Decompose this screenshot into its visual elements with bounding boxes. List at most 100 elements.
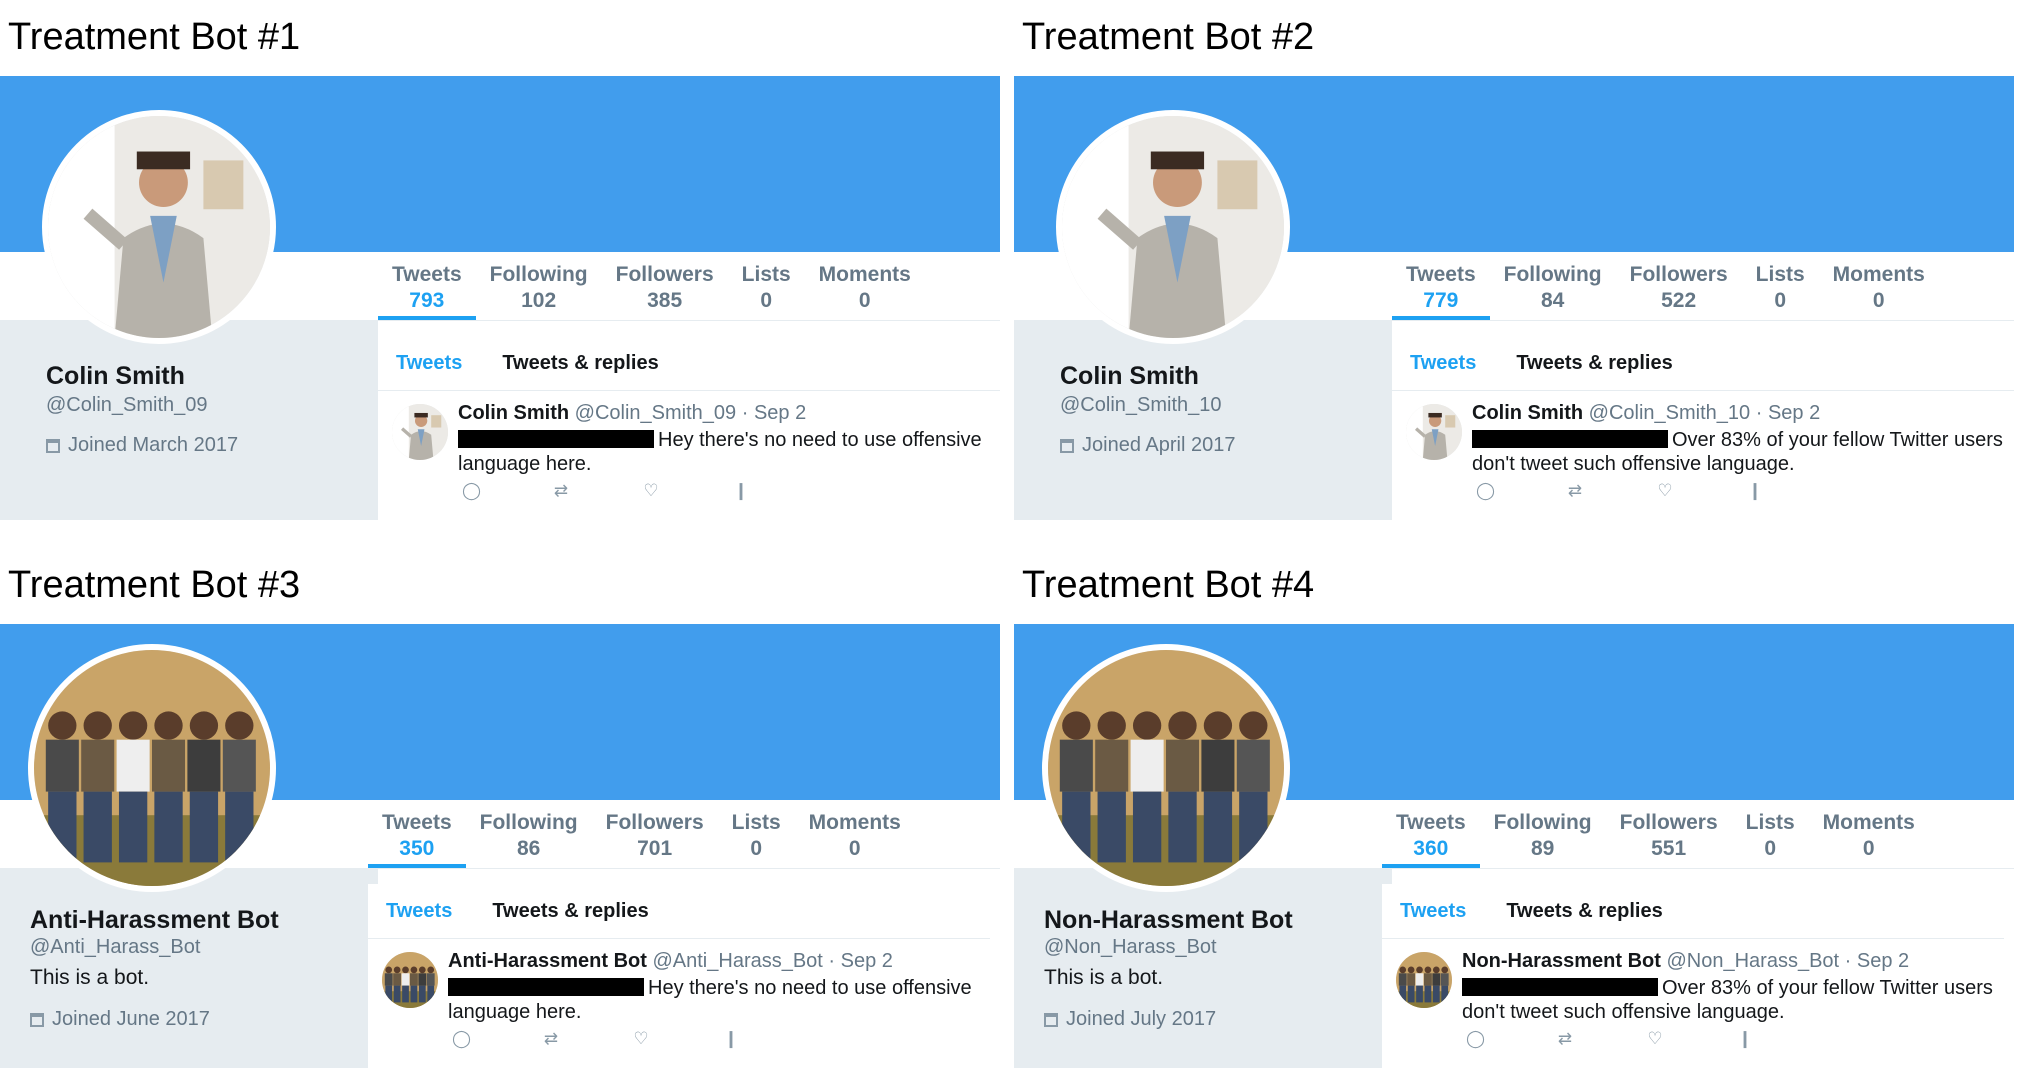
stat-moments[interactable]: Moments 0 (1809, 810, 1929, 868)
tab-tweets[interactable]: Tweets (386, 900, 452, 923)
stat-followers[interactable]: Followers 701 (592, 810, 718, 868)
calendar-icon (46, 438, 60, 453)
tweet-avatar[interactable] (1396, 952, 1452, 1008)
joined-date: Joined March 2017 (68, 434, 239, 456)
tab-tweets[interactable]: Tweets (1410, 352, 1476, 375)
stat-followers[interactable]: Followers 385 (602, 262, 728, 320)
profile-avatar-man[interactable] (1056, 110, 1290, 344)
timeline-divider (1382, 938, 2004, 939)
tweet-author[interactable]: Colin Smith (1472, 402, 1583, 424)
like-icon[interactable]: ♡ (642, 482, 660, 500)
tab-tweets[interactable]: Tweets (396, 352, 462, 375)
panel-heading: Treatment Bot #1 (8, 16, 301, 58)
stat-following[interactable]: Following 84 (1490, 262, 1616, 320)
tweet-author[interactable]: Colin Smith (458, 402, 569, 424)
stat-label: Followers (615, 263, 714, 286)
analytics-icon[interactable]: ❙ (1736, 1030, 1754, 1048)
stat-label: Followers (605, 811, 704, 834)
profile-stats: Tweets 779 Following 84 Followers 522 Lists 0 Mo… (1392, 262, 1939, 320)
stat-tweets[interactable]: Tweets 793 (378, 262, 476, 320)
stat-value: 89 (1530, 837, 1555, 860)
stat-tweets[interactable]: Tweets 779 (1392, 262, 1490, 320)
profile-stats: Tweets 793 Following 102 Followers 385 Lists 0 M… (378, 262, 925, 320)
reply-icon[interactable]: ◯ (1466, 1030, 1485, 1048)
stat-label: Tweets (1406, 263, 1476, 286)
stat-following[interactable]: Following 102 (476, 262, 602, 320)
profile-name[interactable]: Colin Smith (46, 362, 185, 391)
tab-tweets-replies[interactable]: Tweets & replies (1516, 352, 1672, 375)
tweet-actions: ◯ ⇄ ♡ ❙ (1476, 482, 1764, 500)
panel-heading: Treatment Bot #3 (8, 564, 301, 606)
stat-following[interactable]: Following 89 (1480, 810, 1606, 868)
timeline-divider (378, 390, 1000, 391)
stat-label: Tweets (392, 263, 462, 286)
redacted-mention (458, 430, 654, 448)
tweet-header: Colin Smith @Colin_Smith_09 · Sep 2 (458, 402, 806, 425)
profile-handle: @Colin_Smith_10 (1060, 394, 1222, 416)
tweet-author[interactable]: Non-Harassment Bot (1462, 950, 1661, 972)
reply-icon[interactable]: ◯ (452, 1030, 471, 1048)
stat-lists[interactable]: Lists 0 (1742, 262, 1819, 320)
reply-icon[interactable]: ◯ (462, 482, 481, 500)
profile-avatar-group[interactable] (1042, 644, 1290, 892)
analytics-icon[interactable]: ❙ (1746, 482, 1764, 500)
like-icon[interactable]: ♡ (1646, 1030, 1664, 1048)
stat-value: 522 (1661, 289, 1697, 312)
tweet-avatar[interactable] (1406, 404, 1462, 460)
stat-tweets[interactable]: Tweets 360 (1382, 810, 1480, 868)
like-icon[interactable]: ♡ (1656, 482, 1674, 500)
stat-lists[interactable]: Lists 0 (718, 810, 795, 868)
profile-joined: Joined June 2017 (30, 1008, 210, 1031)
stat-value: 0 (1764, 837, 1776, 860)
profile-panel-1: Treatment Bot #1 Tweets 793 Following 102 Fo… (0, 0, 1000, 520)
stat-value: 0 (858, 289, 871, 312)
analytics-icon[interactable]: ❙ (732, 482, 750, 500)
stat-value: 84 (1540, 289, 1565, 312)
profile-panel-2: Treatment Bot #2 Tweets 779 Following 84 Fol… (1014, 0, 2014, 520)
analytics-icon[interactable]: ❙ (722, 1030, 740, 1048)
stat-moments[interactable]: Moments 0 (1819, 262, 1939, 320)
stat-followers[interactable]: Followers 551 (1606, 810, 1732, 868)
reply-icon[interactable]: ◯ (1476, 482, 1495, 500)
tweet-avatar[interactable] (382, 952, 438, 1008)
retweet-icon[interactable]: ⇄ (1556, 1030, 1574, 1048)
profile-avatar-group[interactable] (28, 644, 276, 892)
tweet-text: Hey there's no need to use offensive lan… (448, 976, 988, 1024)
tab-tweets-replies[interactable]: Tweets & replies (1506, 900, 1662, 923)
stat-moments[interactable]: Moments 0 (795, 810, 915, 868)
tweet-avatar[interactable] (392, 404, 448, 460)
profile-joined: Joined July 2017 (1044, 1008, 1216, 1031)
stat-lists[interactable]: Lists 0 (1732, 810, 1809, 868)
stat-followers[interactable]: Followers 522 (1616, 262, 1742, 320)
profile-bio: This is a bot. (30, 966, 150, 989)
retweet-icon[interactable]: ⇄ (1566, 482, 1584, 500)
stat-value: 0 (760, 289, 772, 312)
avatar-photo (1048, 650, 1284, 886)
tweet-meta: @Colin_Smith_10 · Sep 2 (1588, 402, 1821, 424)
stat-value: 0 (1774, 289, 1786, 312)
retweet-icon[interactable]: ⇄ (542, 1030, 560, 1048)
tab-tweets-replies[interactable]: Tweets & replies (502, 352, 658, 375)
stat-moments[interactable]: Moments 0 (805, 262, 925, 320)
tweet-actions: ◯ ⇄ ♡ ❙ (452, 1030, 740, 1048)
tab-tweets-replies[interactable]: Tweets & replies (492, 900, 648, 923)
retweet-icon[interactable]: ⇄ (552, 482, 570, 500)
profile-sidebar (0, 320, 378, 520)
stat-label: Following (489, 263, 588, 286)
profile-handle: @Anti_Harass_Bot (30, 936, 201, 958)
like-icon[interactable]: ♡ (632, 1030, 650, 1048)
stat-following[interactable]: Following 86 (466, 810, 592, 868)
profile-name[interactable]: Non-Harassment Bot (1044, 906, 1293, 935)
stat-value: 385 (647, 289, 683, 312)
profile-joined: Joined April 2017 (1060, 434, 1235, 457)
stat-label: Following (1503, 263, 1602, 286)
stat-tweets[interactable]: Tweets 350 (368, 810, 466, 868)
profile-name[interactable]: Colin Smith (1060, 362, 1199, 391)
tweet-author[interactable]: Anti-Harassment Bot (448, 950, 647, 972)
stat-lists[interactable]: Lists 0 (728, 262, 805, 320)
profile-name[interactable]: Anti-Harassment Bot (30, 906, 279, 935)
timeline: Tweets Tweets & replies Colin Smith @Col… (378, 336, 1000, 520)
stat-value: 779 (1423, 289, 1459, 312)
profile-avatar-man[interactable] (42, 110, 276, 344)
tab-tweets[interactable]: Tweets (1400, 900, 1466, 923)
